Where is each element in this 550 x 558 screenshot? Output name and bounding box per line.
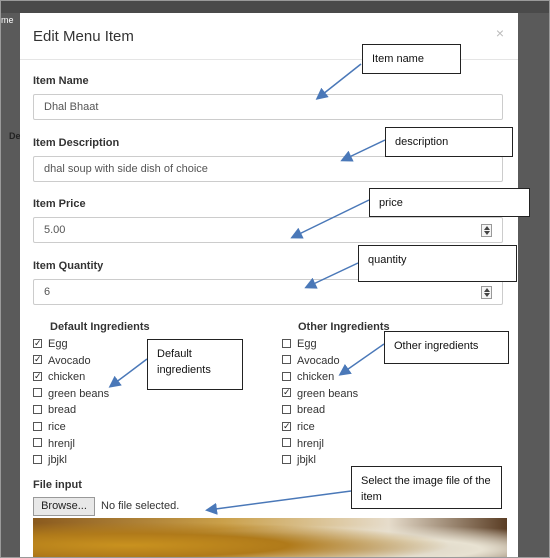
callout-image: Select the image file of the item bbox=[351, 466, 502, 509]
checkbox-label: Avocado bbox=[48, 354, 91, 367]
checkbox-label: Egg bbox=[48, 338, 68, 350]
checkbox[interactable] bbox=[33, 371, 42, 381]
other-ingredients-option[interactable]: hrenjl bbox=[282, 438, 324, 452]
checkbox-label: hrenjl bbox=[297, 437, 324, 450]
default-ingredients-option[interactable]: hrenjl bbox=[33, 438, 75, 452]
checkbox-label: hrenjl bbox=[48, 437, 75, 450]
file-status: No file selected. bbox=[101, 500, 180, 512]
other-ingredients-option[interactable]: Egg bbox=[282, 338, 317, 352]
background-side-text: De bbox=[9, 131, 21, 141]
close-icon[interactable]: × bbox=[496, 25, 504, 41]
item-description-input[interactable]: dhal soup with side dish of choice bbox=[33, 156, 503, 182]
checkbox[interactable] bbox=[33, 454, 42, 464]
item-price-input[interactable]: 5.00 bbox=[33, 217, 503, 243]
checkbox-label: chicken bbox=[48, 371, 86, 384]
screenshot-frame: me De Edit Menu Item × Item Name Dhal Bh… bbox=[0, 0, 550, 558]
checkbox[interactable] bbox=[33, 421, 42, 431]
default-ingredients-option[interactable]: rice bbox=[33, 421, 66, 435]
checkbox[interactable] bbox=[282, 454, 291, 464]
item-name-label: Item Name bbox=[33, 75, 89, 87]
checkbox-label: bread bbox=[297, 404, 326, 417]
checkbox[interactable] bbox=[33, 355, 42, 365]
default-ingredients-option[interactable]: jbjkl bbox=[33, 454, 67, 468]
item-quantity-input[interactable]: 6 bbox=[33, 279, 503, 305]
checkbox-label: jbjkl bbox=[48, 454, 67, 467]
callout-price: price bbox=[369, 188, 530, 217]
checkbox-label: rice bbox=[48, 421, 66, 433]
checkbox[interactable] bbox=[282, 438, 291, 448]
item-price-value: 5.00 bbox=[44, 224, 66, 236]
checkbox[interactable] bbox=[33, 388, 42, 398]
checkbox-label: jbjkl bbox=[297, 454, 316, 467]
checkbox-label: rice bbox=[297, 421, 315, 433]
checkbox[interactable] bbox=[282, 421, 291, 431]
quantity-spinner-icon[interactable] bbox=[481, 286, 492, 299]
default-ingredients-option[interactable]: Avocado bbox=[33, 355, 91, 369]
checkbox[interactable] bbox=[33, 438, 42, 448]
checkbox-label: Avocado bbox=[297, 354, 340, 367]
item-name-input[interactable]: Dhal Bhaat bbox=[33, 94, 503, 120]
checkbox-label: green beans bbox=[297, 387, 359, 400]
item-quantity-value: 6 bbox=[44, 286, 51, 298]
other-ingredients-option[interactable]: rice bbox=[282, 421, 315, 435]
item-description-label: Item Description bbox=[33, 137, 120, 149]
item-price-label: Item Price bbox=[33, 198, 86, 210]
background-header bbox=[1, 1, 549, 13]
default-ingredients-option[interactable]: green beans bbox=[33, 388, 109, 402]
item-quantity-label: Item Quantity bbox=[33, 260, 104, 272]
checkbox[interactable] bbox=[282, 338, 291, 348]
other-ingredients-option[interactable]: bread bbox=[282, 404, 325, 418]
checkbox[interactable] bbox=[33, 338, 42, 348]
item-image-preview bbox=[33, 518, 507, 557]
default-ingredients-heading: Default Ingredients bbox=[50, 321, 150, 333]
checkbox[interactable] bbox=[282, 388, 291, 398]
browse-button[interactable]: Browse... bbox=[33, 497, 95, 516]
checkbox[interactable] bbox=[282, 355, 291, 365]
callout-description: description bbox=[385, 127, 513, 157]
other-ingredients-option[interactable]: jbjkl bbox=[282, 454, 316, 468]
other-ingredients-option[interactable]: green beans bbox=[282, 388, 358, 402]
checkbox-label: green beans bbox=[48, 387, 110, 400]
default-ingredients-option[interactable]: chicken bbox=[33, 371, 85, 385]
file-input-label: File input bbox=[33, 479, 82, 491]
checkbox[interactable] bbox=[282, 404, 291, 414]
price-spinner-icon[interactable] bbox=[481, 224, 492, 237]
callout-quantity: quantity bbox=[358, 245, 517, 282]
modal-title: Edit Menu Item bbox=[33, 28, 134, 45]
checkbox-label: chicken bbox=[297, 371, 335, 384]
callout-default-ingredients: Default ingredients bbox=[147, 339, 243, 390]
checkbox-label: bread bbox=[48, 404, 77, 417]
default-ingredients-option[interactable]: Egg bbox=[33, 338, 68, 352]
checkbox-label: Egg bbox=[297, 338, 317, 350]
checkbox[interactable] bbox=[282, 371, 291, 381]
other-ingredients-heading: Other Ingredients bbox=[298, 321, 390, 333]
callout-other-ingredients: Other ingredients bbox=[384, 331, 509, 364]
background-text: me bbox=[1, 15, 14, 25]
default-ingredients-option[interactable]: bread bbox=[33, 404, 76, 418]
callout-item-name: Item name bbox=[362, 44, 461, 74]
checkbox[interactable] bbox=[33, 404, 42, 414]
other-ingredients-option[interactable]: chicken bbox=[282, 371, 334, 385]
other-ingredients-option[interactable]: Avocado bbox=[282, 355, 340, 369]
